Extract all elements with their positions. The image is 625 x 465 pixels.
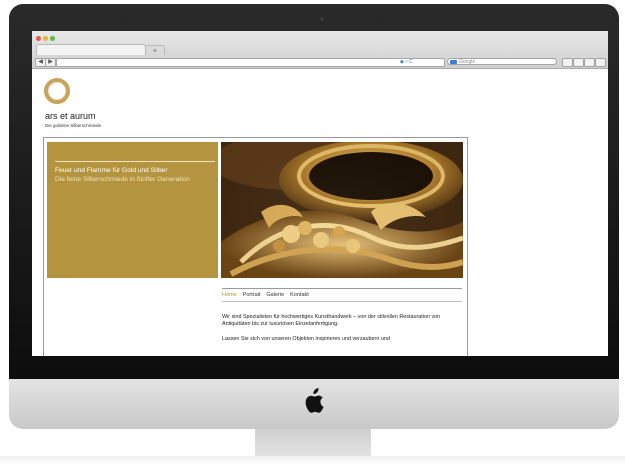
- zoom-window-button[interactable]: [50, 36, 55, 41]
- new-tab-button[interactable]: +: [145, 45, 165, 55]
- hero-subheadline: Die feine Silberschmiede in fünfter Gene…: [55, 176, 190, 183]
- hero-headline: Feuer und Flamme für Gold und Silber: [55, 167, 168, 174]
- search-engine-icon[interactable]: [450, 60, 457, 64]
- desk-surface: [0, 456, 625, 465]
- minimize-window-button[interactable]: [43, 36, 48, 41]
- search-input[interactable]: Google: [447, 58, 557, 65]
- nav-portrait[interactable]: Portrait: [243, 291, 261, 300]
- nav-galerie[interactable]: Galerie: [266, 291, 284, 300]
- browser-chrome: + ◀ ▶ ◆ ▿ C Google: [32, 31, 608, 69]
- divider: [55, 161, 215, 162]
- address-bar-icons[interactable]: ◆ ▿ C: [400, 59, 430, 65]
- downloads-button[interactable]: [584, 58, 595, 67]
- site-nav: Home Portrait Galerie Kontakt: [222, 291, 309, 300]
- nav-divider-top: [222, 288, 462, 289]
- bookmark-button[interactable]: [573, 58, 584, 67]
- nav-divider-bottom: [222, 301, 462, 302]
- browser-tab[interactable]: [36, 44, 146, 55]
- second-paragraph: Lassen Sie sich von unseren Objekten ins…: [222, 336, 390, 342]
- nav-kontakt[interactable]: Kontakt: [290, 291, 309, 300]
- nav-home[interactable]: Home: [222, 291, 237, 300]
- logo-ring-icon[interactable]: [44, 78, 70, 104]
- camera-dot: [320, 17, 324, 21]
- hero-gold-panel: Feuer und Flamme für Gold und Silber Die…: [47, 142, 218, 278]
- address-bar[interactable]: [56, 58, 445, 67]
- intro-paragraph: Wir sind Spezialisten für hochwertiges K…: [222, 314, 441, 327]
- hero-photo: [221, 142, 463, 278]
- brand-name: ars et aurum: [45, 111, 96, 121]
- content-frame: Feuer und Flamme für Gold und Silber Die…: [43, 137, 468, 356]
- reader-button[interactable]: [562, 58, 573, 67]
- ornament-photo-graphic: [221, 142, 463, 278]
- forward-button[interactable]: ▶: [45, 58, 56, 67]
- apple-logo-icon: [305, 388, 324, 413]
- screen: + ◀ ▶ ◆ ▿ C Google ars et aurum Die gold…: [32, 31, 608, 356]
- brand-tagline: Die goldene Silberschmiede: [45, 123, 102, 128]
- website: ars et aurum Die goldene Silberschmiede …: [32, 69, 608, 356]
- close-window-button[interactable]: [36, 36, 41, 41]
- settings-gear-icon[interactable]: [595, 58, 606, 67]
